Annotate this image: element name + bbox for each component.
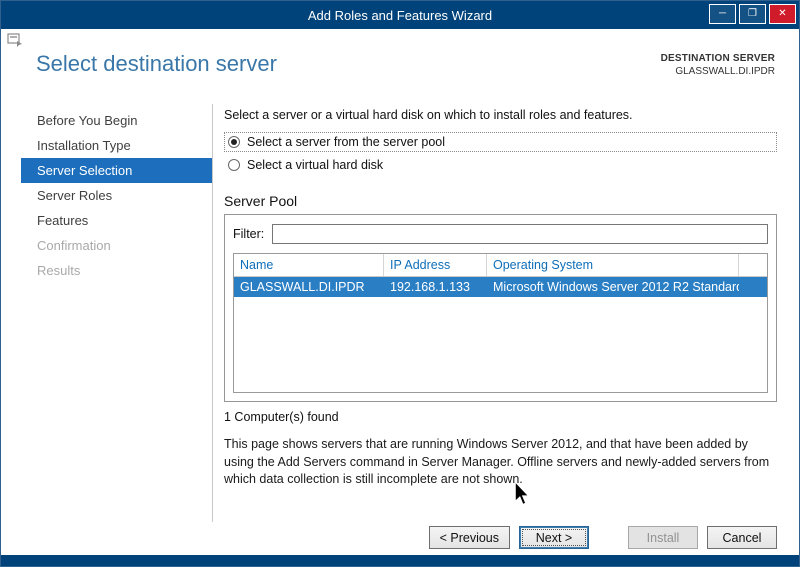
cell-filler [739, 277, 767, 297]
destination-server-label: DESTINATION SERVER [660, 53, 775, 64]
server-pool-group: Filter: Name IP Address Operating System… [224, 214, 777, 402]
column-header-name[interactable]: Name [234, 254, 384, 276]
intro-text: Select a server or a virtual hard disk o… [224, 108, 633, 122]
sidebar-item-installation-type[interactable]: Installation Type [21, 133, 212, 158]
cell-server-name: GLASSWALL.DI.IPDR [240, 280, 365, 294]
filter-label: Filter: [233, 227, 265, 241]
table-row[interactable]: GLASSWALL.DI.IPDR 192.168.1.133 Microsof… [234, 277, 767, 297]
column-header-filler [739, 254, 767, 276]
wizard-button-row: < Previous Next > Install Cancel [428, 526, 777, 549]
radio-vhd-label: Select a virtual hard disk [247, 158, 384, 172]
computers-found-text: 1 Computer(s) found [224, 410, 339, 424]
sidebar-item-server-selection[interactable]: Server Selection [21, 158, 212, 183]
previous-button[interactable]: < Previous [428, 526, 510, 549]
minimize-icon[interactable]: ─ [709, 4, 736, 24]
main-content: Select a server or a virtual hard disk o… [224, 108, 777, 489]
server-pool-title: Server Pool [224, 193, 298, 209]
maximize-icon[interactable]: ❐ [739, 4, 766, 24]
server-pool-table: Name IP Address Operating System GLASSWA… [233, 253, 768, 393]
window-title: Add Roles and Features Wizard [307, 7, 493, 23]
cancel-button[interactable]: Cancel [707, 526, 777, 549]
window-controls: ─ ❐ ✕ [709, 4, 796, 24]
wizard-icon [7, 32, 23, 53]
page-note: This page shows servers that are running… [224, 437, 770, 486]
titlebar[interactable]: Add Roles and Features Wizard ─ ❐ ✕ [1, 1, 799, 29]
wizard-steps-sidebar: Before You Begin Installation Type Serve… [21, 108, 212, 283]
radio-select-vhd[interactable]: Select a virtual hard disk [224, 155, 777, 175]
sidebar-item-server-roles[interactable]: Server Roles [21, 183, 212, 208]
sidebar-item-before-you-begin[interactable]: Before You Begin [21, 108, 212, 133]
destination-choice-group: Select a server from the server pool Sel… [224, 132, 777, 175]
close-icon[interactable]: ✕ [769, 4, 796, 24]
install-button: Install [628, 526, 698, 549]
column-header-operating-system[interactable]: Operating System [487, 254, 739, 276]
column-header-ip-address[interactable]: IP Address [384, 254, 487, 276]
wizard-window: Add Roles and Features Wizard ─ ❐ ✕ Sele… [0, 0, 800, 567]
page-title: Select destination server [36, 51, 277, 76]
radio-server-pool-label: Select a server from the server pool [247, 135, 445, 149]
filter-input[interactable] [272, 224, 768, 244]
radio-unselected-icon[interactable] [228, 159, 240, 171]
cell-ip-address: 192.168.1.133 [390, 280, 470, 294]
sidebar-item-features[interactable]: Features [21, 208, 212, 233]
filter-row: Filter: [233, 223, 768, 245]
destination-server-block: DESTINATION SERVER GLASSWALL.DI.IPDR [661, 53, 775, 77]
table-header-row: Name IP Address Operating System [234, 254, 767, 277]
table-empty-area [234, 297, 767, 392]
bottom-accent-bar [1, 555, 799, 566]
sidebar-item-results: Results [37, 263, 81, 278]
sidebar-item-confirmation: Confirmation [37, 238, 111, 253]
radio-selected-icon[interactable] [228, 136, 240, 148]
destination-server-value: GLASSWALL.DI.IPDR [675, 66, 775, 77]
sidebar-divider [212, 104, 213, 522]
radio-select-server-pool[interactable]: Select a server from the server pool [224, 132, 777, 152]
cell-operating-system: Microsoft Windows Server 2012 R2 Standar… [493, 280, 739, 294]
next-button[interactable]: Next > [519, 526, 589, 549]
